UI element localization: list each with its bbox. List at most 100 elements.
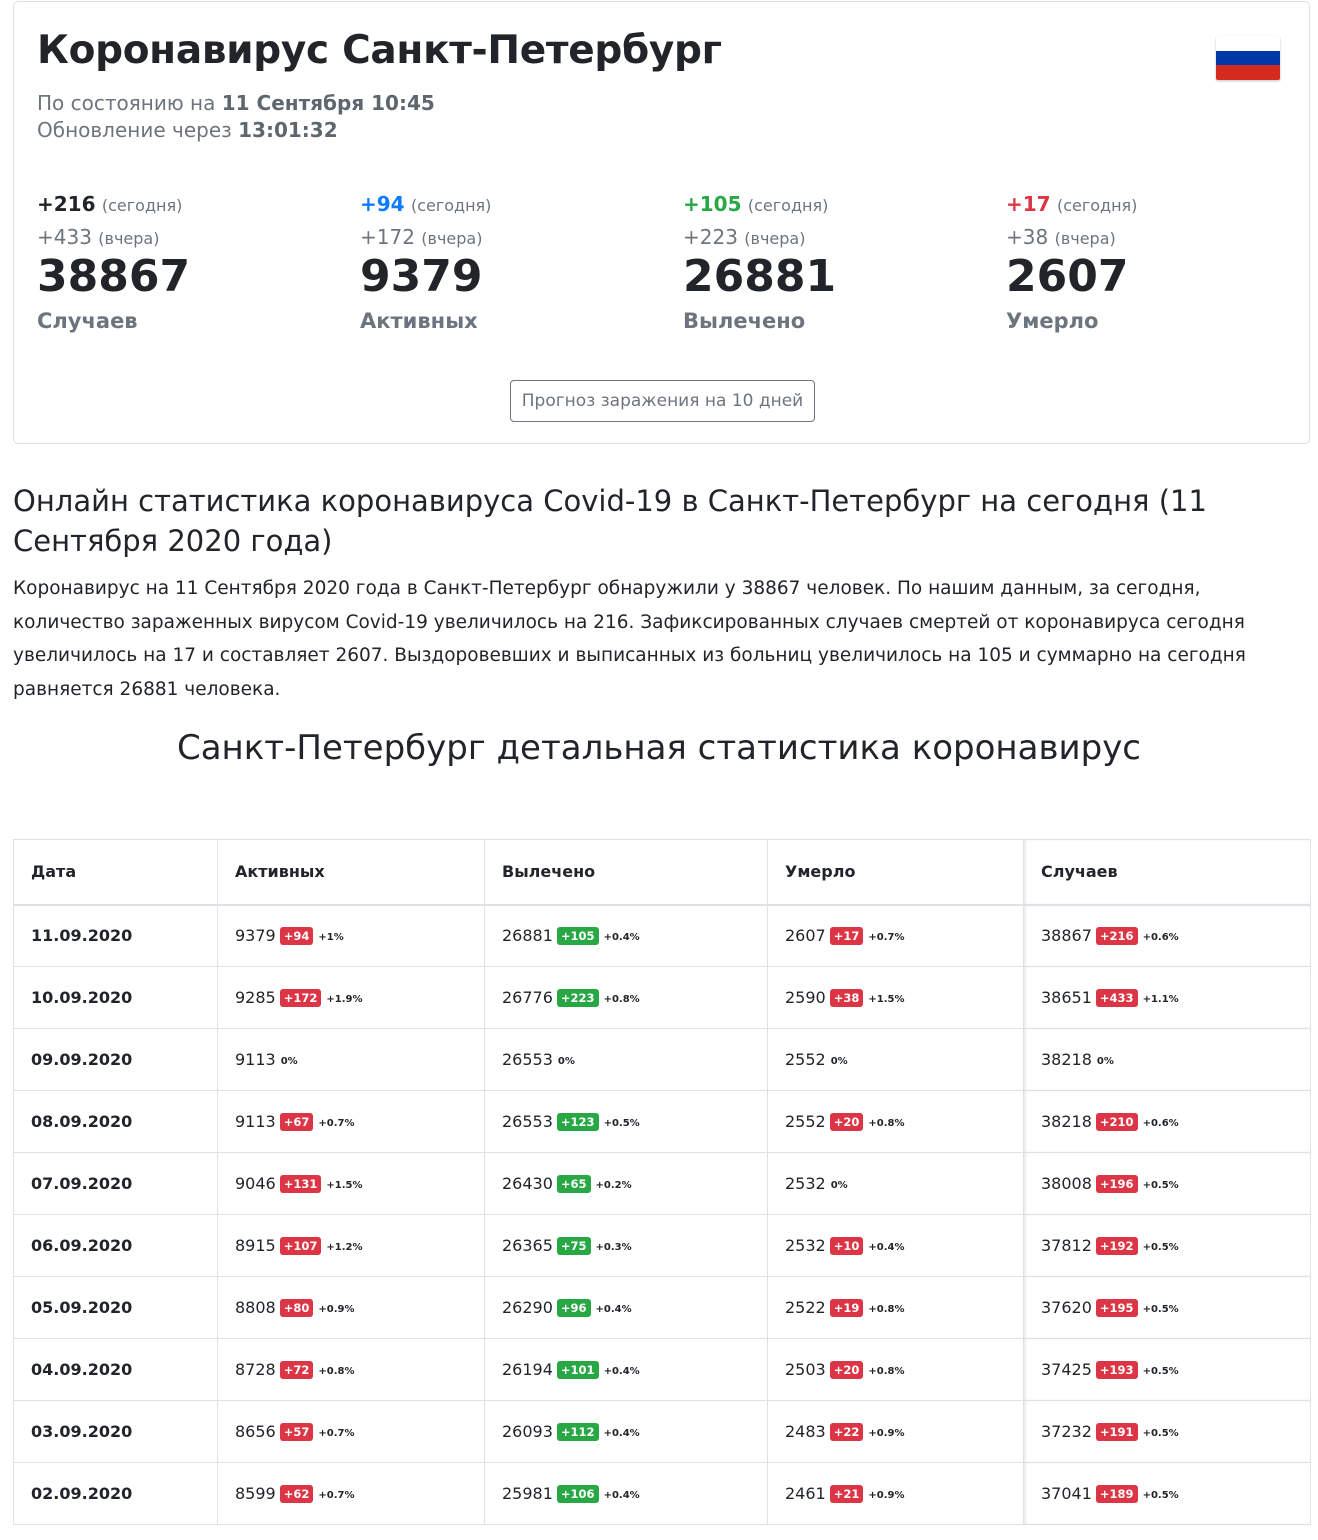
stat-label: Активных <box>360 309 478 334</box>
cell-deaths: 2483 +22 +0.9% <box>767 1400 1024 1463</box>
percent-change: +0.9% <box>868 1490 905 1501</box>
cell-recovered: 26365 +75 +0.3% <box>484 1214 768 1277</box>
cell-value: 8728 <box>235 1360 276 1379</box>
delta-badge: +96 <box>556 1299 591 1317</box>
cell-value: 9285 <box>235 988 276 1007</box>
section-title: Санкт-Петербург детальная статистика кор… <box>176 728 1142 768</box>
stat-today: +94 <box>360 192 405 216</box>
percent-change: +0.9% <box>868 1428 905 1439</box>
cell-value: 38867 <box>1041 926 1092 946</box>
percent-change: +0.4% <box>595 1304 632 1315</box>
delta-badge: +105 <box>556 927 599 946</box>
percent-change: +0.5% <box>1142 1366 1179 1377</box>
table-row: 07.09.2020 9046 +131 +1.5% 26430 +65 +0.2% 2532… <box>13 1152 1311 1215</box>
table-row: 09.09.2020 9113 0% 26553 0% 2552 0% 38218 0% <box>13 1028 1311 1091</box>
stat-total: 26881 <box>683 251 837 302</box>
percent-change: +0.5% <box>1142 1242 1179 1253</box>
stat-today: +105 <box>683 192 742 216</box>
stat-today-label: (сегодня) <box>410 196 492 215</box>
delta-badge: +21 <box>829 1485 864 1503</box>
cell-value: 2552 <box>785 1050 826 1069</box>
percent-change: +0.5% <box>1142 1490 1179 1501</box>
delta-badge: +193 <box>1095 1361 1138 1379</box>
percent-change: +1.9% <box>326 994 363 1005</box>
cell-value: 38218 <box>1041 1050 1092 1069</box>
column-header-recovered[interactable]: Вылечено <box>484 839 768 906</box>
stat-yesterday: +223 <box>683 225 738 249</box>
delta-badge: +17 <box>829 927 864 946</box>
cell-value: 8656 <box>235 1422 276 1441</box>
table-row: 04.09.2020 8728 +72 +0.8% 26194 +101 +0.4% 2503… <box>13 1338 1311 1401</box>
cell-active: 9113 +67 +0.7% <box>217 1090 485 1153</box>
cell-value: 37620 <box>1041 1298 1092 1317</box>
article-headline: Онлайн статистика коронавируса Covid-19 … <box>13 484 1207 558</box>
stat-yesterday-label: (вчера) <box>744 229 806 248</box>
cell-cases: 37812 +192 +0.5% <box>1023 1214 1311 1277</box>
cell-date: 02.09.2020 <box>13 1462 218 1525</box>
stat-yesterday: +433 <box>37 225 92 249</box>
cell-cases: 37425 +193 +0.5% <box>1023 1338 1311 1401</box>
stat-active: +94 (сегодня) +172 (вчера) 9379 Активных <box>360 192 660 333</box>
stat-today-label: (сегодня) <box>1056 196 1138 215</box>
percent-change: 0% <box>830 1180 848 1191</box>
cell-value: 9113 <box>235 1112 276 1131</box>
cell-date: 04.09.2020 <box>13 1338 218 1401</box>
cell-value: 38008 <box>1041 1174 1092 1193</box>
cell-active: 8728 +72 +0.8% <box>217 1338 485 1401</box>
percent-change: +1.1% <box>1142 994 1179 1005</box>
cell-value: 2503 <box>785 1360 826 1379</box>
percent-change: 0% <box>830 1056 848 1067</box>
delta-badge: +195 <box>1095 1299 1138 1317</box>
cell-deaths: 2522 +19 +0.8% <box>767 1276 1024 1339</box>
cell-cases: 38651 +433 +1.1% <box>1023 966 1311 1029</box>
cell-recovered: 25981 +106 +0.4% <box>484 1462 768 1525</box>
cell-value: 8808 <box>235 1298 276 1317</box>
cell-recovered: 26776 +223 +0.8% <box>484 966 768 1029</box>
delta-badge: +433 <box>1095 989 1138 1007</box>
cell-value: 26365 <box>502 1236 553 1255</box>
cell-value: 26776 <box>502 988 553 1007</box>
percent-change: +0.5% <box>603 1118 640 1129</box>
percent-change: 0% <box>1096 1056 1114 1067</box>
percent-change: +1% <box>318 932 344 944</box>
cell-value: 26093 <box>502 1422 553 1441</box>
table-row: 10.09.2020 9285 +172 +1.9% 26776 +223 +0.8% 259… <box>13 966 1311 1029</box>
forecast-button[interactable]: Прогноз заражения на 10 дней <box>510 380 815 422</box>
russia-flag-icon <box>1216 36 1280 80</box>
table-row: 08.09.2020 9113 +67 +0.7% 26553 +123 +0.5% 2552… <box>13 1090 1311 1153</box>
table-row: 11.09.2020 9379 +94 +1% 26881 +105 +0.4% 2607 +1… <box>13 904 1311 967</box>
cell-active: 8808 +80 +0.9% <box>217 1276 485 1339</box>
table-row: 05.09.2020 8808 +80 +0.9% 26290 +96 +0.4% 2522 +… <box>13 1276 1311 1339</box>
column-header-cases[interactable]: Случаев <box>1023 839 1311 906</box>
percent-change: +0.7% <box>318 1428 355 1439</box>
cell-value: 8915 <box>235 1236 276 1255</box>
column-header-date[interactable]: Дата <box>13 839 218 906</box>
column-header-deaths[interactable]: Умерло <box>767 839 1024 906</box>
percent-change: +0.7% <box>868 932 905 944</box>
status-prefix: По состоянию на <box>37 91 216 115</box>
percent-change: +0.8% <box>868 1304 905 1315</box>
page-title: Коронавирус Санкт-Петербург <box>37 28 722 73</box>
cell-value: 2607 <box>785 926 826 946</box>
cell-date: 05.09.2020 <box>13 1276 218 1339</box>
stat-recovered: +105 (сегодня) +223 (вчера) 26881 Вылече… <box>683 192 983 333</box>
cell-active: 9046 +131 +1.5% <box>217 1152 485 1215</box>
cell-value: 37041 <box>1041 1484 1092 1503</box>
cell-value: 26553 <box>502 1050 553 1069</box>
stat-yesterday-label: (вчера) <box>421 229 483 248</box>
percent-change: +0.4% <box>603 1366 640 1377</box>
delta-badge: +38 <box>829 989 864 1007</box>
delta-badge: +106 <box>556 1485 599 1503</box>
column-header-active[interactable]: Активных <box>217 839 485 906</box>
stat-label: Вылечено <box>683 309 806 334</box>
table-row: 02.09.2020 8599 +62 +0.7% 25981 +106 +0.4% 2461… <box>13 1462 1311 1525</box>
stat-label: Случаев <box>37 309 138 334</box>
cell-cases: 37232 +191 +0.5% <box>1023 1400 1311 1463</box>
status-line: По состоянию на 11 Сентября 10:45 <box>37 91 435 115</box>
delta-badge: +57 <box>279 1423 314 1441</box>
cell-date: 09.09.2020 <box>13 1028 218 1091</box>
cell-cases: 38008 +196 +0.5% <box>1023 1152 1311 1215</box>
cell-deaths: 2552 +20 +0.8% <box>767 1090 1024 1153</box>
stat-yesterday-label: (вчера) <box>98 229 160 248</box>
percent-change: +0.9% <box>318 1304 355 1315</box>
